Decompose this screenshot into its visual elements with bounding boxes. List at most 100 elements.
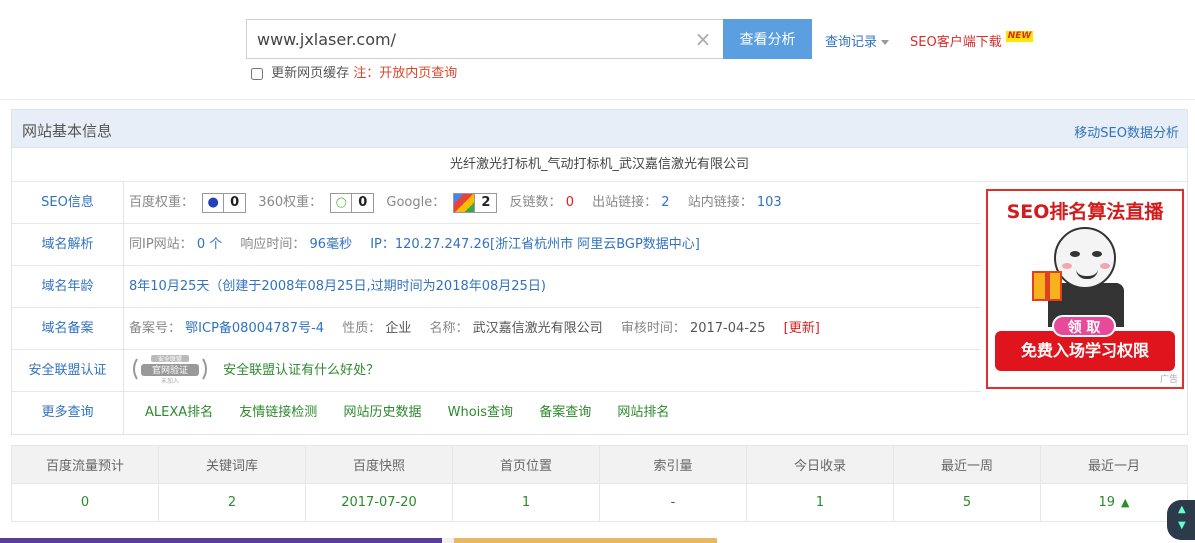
security-union-badge-icon[interactable]: 安全联盟 官网验证 未加入 [129,353,211,385]
icp-name-value: 武汉嘉信激光有限公司 [472,321,603,336]
seo-info-label[interactable]: SEO信息 [12,182,124,223]
baidu-snapshot-text: 2017-07-20 [341,495,417,510]
icp-name-label: 名称： [429,321,469,336]
baidu-traffic-text: 0 [80,495,90,510]
stats-header-cell: 百度快照 [305,445,453,484]
index-count-text: - [670,495,676,510]
domain-resolution-label[interactable]: 域名解析 [12,224,124,265]
scroll-down-icon[interactable]: ▼ [1178,520,1186,531]
scroll-up-icon[interactable]: ▲ [1178,504,1186,515]
inlinks-value[interactable]: 103 [757,195,782,210]
same-ip-value[interactable]: 0 个 [197,237,222,252]
google-label: Google： [386,195,446,210]
search-box: × [246,19,723,59]
homepage-position-text: 1 [521,495,531,510]
alexa-rank-link[interactable]: ALEXA排名 [145,405,213,420]
response-time-label: 响应时间： [240,237,306,252]
whois-link[interactable]: Whois查询 [448,405,513,420]
badge-top-text: 安全联盟 [158,355,182,363]
domain-age-body: 8年10月25天（创建于2008年08月25日,过期时间为2018年08月25日… [129,266,546,307]
security-certification-label[interactable]: 安全联盟认证 [12,350,124,391]
last-week-value[interactable]: 5 [893,483,1041,522]
seo-client-download-link[interactable]: SEO客户端下载 NEW [910,31,1034,50]
seo-info-body: 百度权重： ● 0 360权重： ○ 0 Google： 2 反链数： 0 出站链接… [129,182,796,223]
update-cache-checkbox[interactable] [251,67,263,80]
panel-title: 网站基本信息 [22,122,113,140]
keyword-count-text: 2 [227,495,237,510]
row-domain-resolution: 域名解析 同IP网站： 0 个 响应时间： 96毫秒 IP：120.27.247… [12,224,981,266]
badge-bottom-text: 未加入 [161,377,179,385]
domain-icp-body: 备案号： 鄂ICP备08004787号-4 性质： 企业 名称： 武汉嘉信激光有… [129,308,820,349]
stats-value-row: 0 2 2017-07-20 1 - 1 5 19 ▲ [11,483,1188,522]
panel-header: 网站基本信息 移动SEO数据分析 [12,110,1187,148]
google-logo-icon [454,193,475,212]
360-weight-badge[interactable]: ○ 0 [330,192,375,213]
last-week-text: 5 [962,495,972,510]
friend-link-check-link[interactable]: 友情链接检测 [239,405,317,420]
security-certification-body: 安全联盟 官网验证 未加入 安全联盟认证有什么好处？ [129,350,379,391]
ad-eye-left [1070,251,1080,257]
today-indexed-value[interactable]: 1 [746,483,894,522]
domain-age-label[interactable]: 域名年龄 [12,266,124,307]
domain-resolution-body: 同IP网站： 0 个 响应时间： 96毫秒 IP：120.27.247.26[浙… [129,224,700,265]
clear-icon[interactable]: × [693,29,713,49]
cache-note: 注：开放内页查询 [353,66,458,81]
trend-up-icon: ▲ [1121,496,1130,509]
more-queries-label[interactable]: 更多查询 [12,392,124,434]
last-month-value[interactable]: 19 ▲ [1040,483,1188,522]
site-history-link[interactable]: 网站历史数据 [343,405,421,420]
same-ip-label: 同IP网站： [129,237,193,252]
row-seo-info: SEO信息 百度权重： ● 0 360权重： ○ 0 Google： 2 反链数： … [12,182,981,224]
response-time-value: 96毫秒 [309,237,353,252]
info-rows: SEO信息 百度权重： ● 0 360权重： ○ 0 Google： 2 反链数： … [12,182,981,434]
search-input[interactable] [247,20,687,58]
ad-mouth [1076,269,1098,279]
gift-box-icon [1032,271,1062,301]
stats-header-cell: 今日收录 [746,445,894,484]
outlinks-value[interactable]: 2 [661,195,669,210]
bottom-banner-strip [0,538,1195,543]
baidu-traffic-value[interactable]: 0 [11,483,159,522]
ad-tag: 广告 [1159,375,1178,385]
row-security-certification: 安全联盟认证 安全联盟 官网验证 未加入 安全联盟认证有什么好处？ [12,350,981,392]
badge-mid-text: 官网验证 [152,364,188,376]
baidu-paw-icon: ● [207,194,219,210]
ad-claim-button[interactable]: 领 取 [1052,315,1116,337]
mobile-seo-link[interactable]: 移动SEO数据分析 [1074,122,1179,141]
seo-ad-banner[interactable]: SEO排名算法直播 免费入场学习权限 领 取 广告 [986,189,1184,389]
analyze-button[interactable]: 查看分析 [723,19,812,59]
stats-header-cell: 最近一月 [1040,445,1188,484]
icp-nature-value: 企业 [385,321,412,336]
stats-header-cell: 百度流量预计 [11,445,159,484]
scroll-control[interactable]: ▲ ▼ [1167,500,1195,540]
google-rank-value: 2 [474,193,496,212]
ad-title: SEO排名算法直播 [1006,201,1164,223]
baidu-weight-label: 百度权重： [129,195,195,210]
stats-header-cell: 关键词库 [158,445,306,484]
baidu-weight-badge[interactable]: ● 0 [202,192,247,213]
query-history-dropdown[interactable]: 查询记录 [825,31,890,50]
icp-review-value: 2017-04-25 [689,321,766,336]
ad-cheek-right [1100,263,1110,269]
site-rank-link[interactable]: 网站排名 [617,405,669,420]
ad-cheek-left [1062,263,1072,269]
ad-eye-right [1092,251,1102,257]
domain-age-value[interactable]: 8年10月25天（创建于2008年08月25日,过期时间为2018年08月25日… [129,279,546,294]
stats-header-cell: 首页位置 [452,445,600,484]
360-weight-label: 360权重： [258,195,323,210]
site-title: 光纤激光打标机_气动打标机_武汉嘉信激光有限公司 [12,148,1187,182]
icp-query-link[interactable]: 备案查询 [539,405,591,420]
keyword-count-value[interactable]: 2 [158,483,306,522]
icp-update-link[interactable]: [更新] [784,321,820,336]
last-month-text: 19 [1098,495,1116,510]
security-benefit-link[interactable]: 安全联盟认证有什么好处？ [223,363,379,378]
ip-address-link[interactable]: IP：120.27.247.26[浙江省杭州市 阿里云BGP数据中心] [370,237,700,252]
homepage-position-value[interactable]: 1 [452,483,600,522]
inlinks-label: 站内链接： [687,195,753,210]
domain-icp-label[interactable]: 域名备案 [12,308,124,349]
backlinks-value[interactable]: 0 [566,195,574,210]
baidu-snapshot-value[interactable]: 2017-07-20 [305,483,453,522]
icp-number-value[interactable]: 鄂ICP备08004787号-4 [185,321,324,336]
google-rank-badge[interactable]: 2 [453,192,498,213]
backlinks-label: 反链数： [509,195,562,210]
